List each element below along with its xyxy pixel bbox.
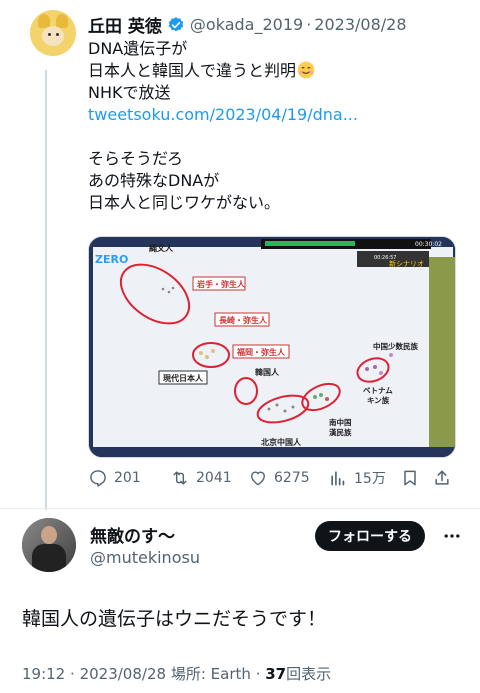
label-gendai: 現代日本人 (163, 373, 204, 383)
tweet-text: DNA遺伝子が 日本人と韓国人で違うと判明 NHKで放送 tweetsoku.c… (88, 38, 458, 214)
like-icon (251, 471, 265, 486)
views-label: 回表示 (286, 665, 332, 683)
retweet-button[interactable]: 2041 (170, 468, 248, 488)
tweet-line: DNA遺伝子が (88, 39, 188, 58)
time-top: 00:30:02 (415, 241, 442, 248)
views-icon (331, 471, 345, 486)
author-handle[interactable]: @okada_2019 (190, 15, 303, 34)
thread-line (45, 70, 47, 510)
tweet-date[interactable]: 2023/08/28 (80, 665, 166, 683)
smiling-emoji-icon (297, 61, 315, 79)
reply-avatar[interactable] (22, 518, 76, 572)
avatar[interactable] (30, 10, 76, 56)
location-label: 場所: (170, 665, 206, 683)
label-minami-1: 南中国 (329, 417, 352, 427)
tweet-header: 丘田 英徳 @okada_2019 · 2023/08/28 (88, 12, 407, 37)
label-minami-2: 漢民族 (329, 427, 352, 437)
label-jomon: 縄文人 (149, 243, 174, 253)
tweet-date[interactable]: 2023/08/28 (314, 15, 406, 34)
label-shosu: 中国少数民族 (373, 341, 418, 351)
share-icon (435, 470, 449, 485)
label-fukuoka: 福岡・弥生人 (236, 347, 286, 357)
label-beijing: 北京中国人 (261, 437, 302, 447)
views-count: 15万 (354, 471, 386, 487)
tweet-line: そらそうだろ (88, 149, 184, 168)
bookmark-icon (404, 470, 416, 486)
tweet-actions: 201 2041 6275 15万 (88, 468, 458, 488)
views-count: 37 (265, 665, 287, 683)
separator: · (306, 15, 312, 34)
zero-logo: ZERO (95, 253, 128, 266)
reply-button[interactable]: 201 (88, 468, 170, 488)
separator: · (255, 665, 261, 683)
label-iwate: 岩手・弥生人 (196, 279, 246, 289)
follow-button[interactable]: フォローする (315, 521, 425, 551)
scenario-label: 新シナリオ (389, 259, 424, 268)
divider (0, 508, 480, 509)
tweet-line: 日本人と同じワケがない。 (88, 193, 281, 212)
reply-count: 201 (114, 470, 141, 486)
label-vietnam-2: キン族 (367, 395, 390, 405)
reply-author-name[interactable]: 無敵のす〜 (90, 522, 175, 547)
tweet-line: NHKで放送 (88, 83, 171, 102)
like-count: 6275 (274, 470, 310, 486)
location[interactable]: Earth (211, 665, 251, 683)
reply-text: 韓国人の遺伝子はウニだそうです！ (22, 608, 327, 630)
author-name[interactable]: 丘田 英徳 (88, 12, 162, 37)
more-icon[interactable] (442, 526, 462, 546)
retweet-icon (173, 471, 187, 485)
tweet-link[interactable]: tweetsoku.com/2023/04/19/dna... (88, 104, 458, 126)
reply-icon (90, 470, 106, 487)
tweet-line: 日本人と韓国人で違うと判明 (88, 60, 458, 82)
quoted-tweet[interactable]: 丘田 英徳 @okada_2019 · 2023/08/28 DNA遺伝子が 日… (0, 0, 480, 510)
verified-badge-icon (168, 16, 184, 31)
reply-author-handle[interactable]: @mutekinosu (90, 548, 200, 567)
like-button[interactable]: 6275 (248, 468, 328, 488)
label-kankoku: 韓国人 (255, 367, 280, 377)
bookmark-button[interactable] (400, 468, 432, 488)
tweet-meta: 19:12 · 2023/08/28 場所: Earth · 37回表示 (22, 663, 331, 684)
separator: · (70, 665, 75, 683)
label-vietnam-1: ベトナム (363, 386, 393, 395)
tweet-time[interactable]: 19:12 (22, 665, 65, 683)
tweet-image[interactable]: 00:30:02 00:26:57 新シナリオ ZERO 縄文人 岩手・弥生人 … (88, 236, 456, 458)
label-nagasaki: 長崎・弥生人 (219, 315, 268, 325)
share-button[interactable] (432, 468, 458, 488)
retweet-count: 2041 (196, 470, 232, 486)
views-button[interactable]: 15万 (328, 468, 400, 488)
tweet-line: あの特殊なDNAが (88, 171, 220, 190)
